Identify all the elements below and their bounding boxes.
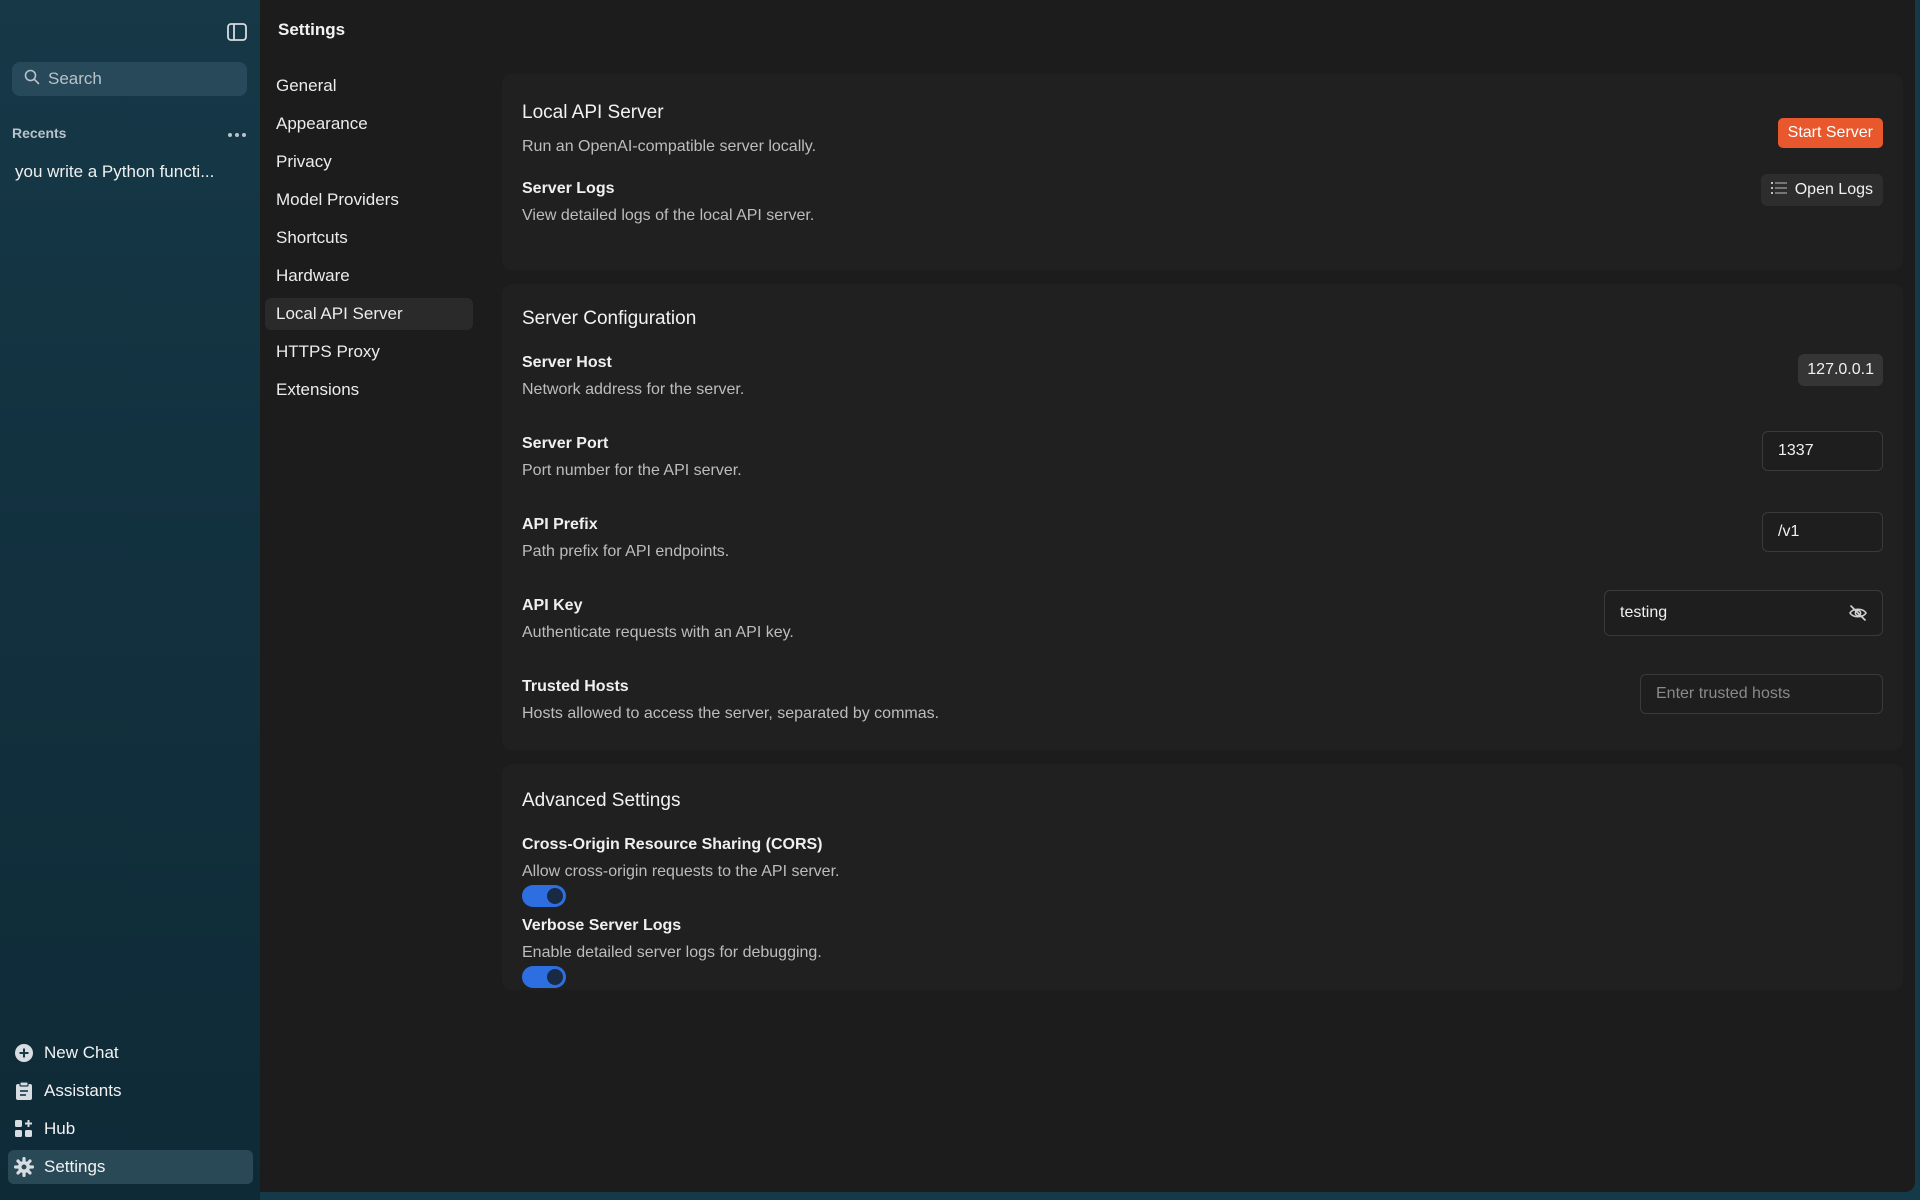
settings-nav-extensions[interactable]: Extensions: [265, 374, 473, 406]
cors-row: Cross-Origin Resource Sharing (CORS) All…: [522, 836, 1883, 907]
bottom-nav: New Chat Assistants Hub Settings: [8, 1036, 253, 1188]
settings-label: Settings: [44, 1157, 106, 1176]
recents-label: Recents: [12, 125, 67, 141]
sidebar-toggle-icon[interactable]: [225, 20, 249, 44]
list-icon: [1770, 181, 1787, 200]
api-key-value: testing: [1620, 604, 1668, 621]
gear-icon: [14, 1157, 34, 1177]
server-host-row: Server Host Network address for the serv…: [522, 354, 1883, 412]
server-logs-label: Server Logs: [522, 180, 615, 197]
search-icon: [24, 69, 40, 90]
api-prefix-label: API Prefix: [522, 516, 598, 533]
api-key-row: API Key Authenticate requests with an AP…: [522, 590, 1883, 655]
local-api-row: Local API Server Run an OpenAI-compatibl…: [522, 74, 1883, 156]
verbose-logs-label: Verbose Server Logs: [522, 917, 682, 934]
server-port-row: Server Port Port number for the API serv…: [522, 431, 1883, 493]
server-port-desc: Port number for the API server.: [522, 462, 742, 479]
cors-label: Cross-Origin Resource Sharing (CORS): [522, 836, 823, 853]
advanced-settings-card: Advanced Settings Cross-Origin Resource …: [502, 764, 1903, 990]
cors-desc: Allow cross-origin requests to the API s…: [522, 863, 840, 880]
settings-nav-appearance[interactable]: Appearance: [265, 108, 473, 140]
api-prefix-input[interactable]: /v1: [1762, 512, 1883, 552]
api-prefix-row: API Prefix Path prefix for API endpoints…: [522, 512, 1883, 574]
verbose-logs-row: Verbose Server Logs Enable detailed serv…: [522, 917, 1883, 988]
server-host-desc: Network address for the server.: [522, 381, 745, 398]
server-host-label: Server Host: [522, 354, 612, 371]
settings-button[interactable]: Settings: [8, 1150, 253, 1184]
toggle-knob: [547, 888, 563, 904]
settings-nav-local-api-server[interactable]: Local API Server: [265, 298, 473, 330]
hub-label: Hub: [44, 1119, 76, 1138]
plus-circle-icon: [14, 1043, 34, 1063]
server-logs-desc: View detailed logs of the local API serv…: [522, 207, 815, 224]
local-api-title: Local API Server: [522, 102, 664, 123]
trusted-hosts-row: Trusted Hosts Hosts allowed to access th…: [522, 674, 1883, 736]
start-server-button[interactable]: Start Server: [1777, 118, 1883, 148]
grid-plus-icon: [14, 1119, 34, 1139]
new-chat-label: New Chat: [44, 1043, 119, 1062]
search-placeholder: Search: [48, 69, 102, 88]
server-port-label: Server Port: [522, 435, 609, 452]
clipboard-icon: [14, 1081, 34, 1101]
open-logs-label: Open Logs: [1794, 181, 1873, 198]
server-config-card: Server Configuration Server Host Network…: [502, 284, 1903, 750]
eye-off-icon[interactable]: [1848, 603, 1868, 623]
settings-content: Local API Server Run an OpenAI-compatibl…: [502, 74, 1903, 1004]
settings-nav-shortcuts[interactable]: Shortcuts: [265, 222, 473, 254]
more-options-icon[interactable]: [227, 125, 247, 141]
new-chat-button[interactable]: New Chat: [8, 1036, 253, 1070]
server-port-input[interactable]: 1337: [1762, 431, 1883, 471]
verbose-logs-desc: Enable detailed server logs for debuggin…: [522, 944, 822, 961]
settings-nav-privacy[interactable]: Privacy: [265, 146, 473, 178]
toggle-knob: [547, 969, 563, 985]
hub-button[interactable]: Hub: [8, 1112, 253, 1146]
settings-nav-https-proxy[interactable]: HTTPS Proxy: [265, 336, 473, 368]
server-config-header: Server Configuration: [522, 284, 1883, 330]
server-host-value: 127.0.0.1: [1798, 354, 1883, 386]
open-logs-button[interactable]: Open Logs: [1760, 174, 1883, 206]
main-window: Settings General Appearance Privacy Mode…: [260, 0, 1915, 1192]
assistants-button[interactable]: Assistants: [8, 1074, 253, 1108]
advanced-header: Advanced Settings: [522, 764, 1883, 812]
recent-chat-item[interactable]: you write a Python functi...: [15, 162, 245, 188]
api-prefix-desc: Path prefix for API endpoints.: [522, 543, 730, 560]
local-api-desc: Run an OpenAI-compatible server locally.: [522, 138, 817, 155]
settings-nav-model-providers[interactable]: Model Providers: [265, 184, 473, 216]
settings-nav-general[interactable]: General: [265, 70, 473, 102]
app-sidebar: Search Recents you write a Python functi…: [0, 0, 260, 1200]
verbose-logs-toggle[interactable]: [522, 966, 566, 988]
advanced-title: Advanced Settings: [522, 790, 681, 811]
assistants-label: Assistants: [44, 1081, 122, 1100]
page-title: Settings: [278, 20, 346, 39]
settings-nav: General Appearance Privacy Model Provide…: [265, 70, 473, 412]
server-config-title: Server Configuration: [522, 308, 697, 329]
server-logs-row: Server Logs View detailed logs of the lo…: [522, 156, 1883, 225]
search-input[interactable]: Search: [12, 62, 247, 96]
trusted-hosts-input[interactable]: Enter trusted hosts: [1640, 674, 1883, 714]
api-key-input[interactable]: testing: [1604, 590, 1883, 636]
settings-nav-hardware[interactable]: Hardware: [265, 260, 473, 292]
recents-header: Recents: [12, 122, 247, 144]
cors-toggle[interactable]: [522, 885, 566, 907]
local-api-card: Local API Server Run an OpenAI-compatibl…: [502, 74, 1903, 270]
